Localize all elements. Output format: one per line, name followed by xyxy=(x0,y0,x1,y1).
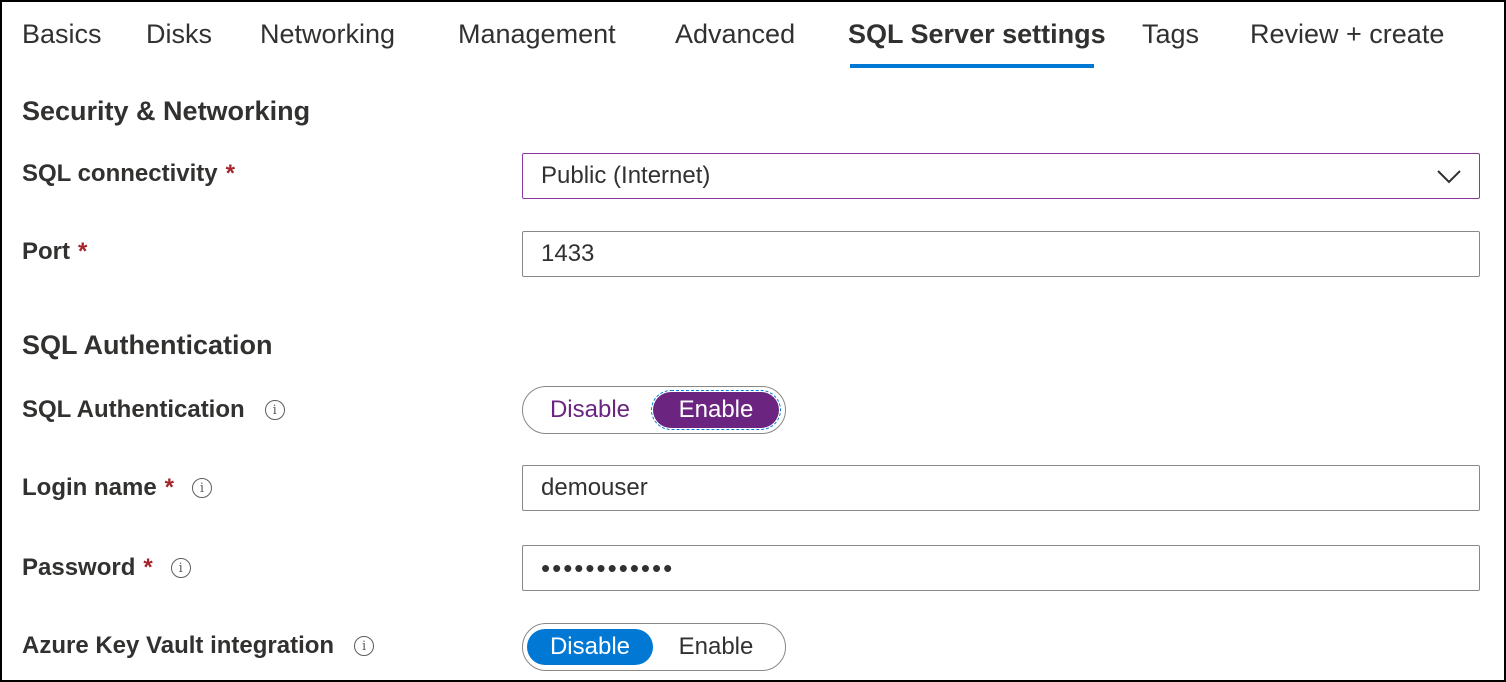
info-icon[interactable]: i xyxy=(264,400,285,420)
sql-connectivity-dropdown[interactable]: Public (Internet) xyxy=(522,153,1480,199)
tab-advanced[interactable]: Advanced xyxy=(675,16,795,52)
required-marker: * xyxy=(225,160,235,187)
password-label-text: Password xyxy=(22,554,136,581)
chevron-down-icon xyxy=(1437,170,1461,184)
sql-connectivity-label-text: SQL connectivity xyxy=(22,160,218,187)
login-name-input[interactable]: demouser xyxy=(522,465,1480,511)
key-vault-toggle: Disable Enable xyxy=(522,623,786,671)
password-label: Password * i xyxy=(22,554,191,582)
sql-connectivity-value: Public (Internet) xyxy=(541,162,711,189)
login-name-value: demouser xyxy=(541,474,648,501)
sql-authentication-toggle: Disable Enable xyxy=(522,386,786,434)
key-vault-label: Azure Key Vault integration i xyxy=(22,632,375,660)
required-marker: * xyxy=(143,554,153,581)
key-vault-enable-option[interactable]: Enable xyxy=(653,629,779,665)
port-value: 1433 xyxy=(541,240,595,267)
port-label-text: Port xyxy=(22,238,70,265)
password-value: •••••••••••• xyxy=(541,552,675,583)
sql-authentication-label-text: SQL Authentication xyxy=(22,396,245,423)
port-input[interactable]: 1433 xyxy=(522,231,1480,277)
tab-bar: Basics Disks Networking Management Advan… xyxy=(2,2,1504,74)
login-name-label: Login name * i xyxy=(22,474,213,502)
info-icon[interactable]: i xyxy=(192,478,213,498)
port-label: Port * xyxy=(22,238,87,266)
section-heading-sql-authentication: SQL Authentication xyxy=(22,330,273,360)
info-icon[interactable]: i xyxy=(354,636,375,656)
required-marker: * xyxy=(164,474,175,501)
section-heading-security: Security & Networking xyxy=(22,96,311,126)
sql-connectivity-label: SQL connectivity * xyxy=(22,160,235,188)
tab-basics[interactable]: Basics xyxy=(22,16,102,52)
tab-sql-server-settings[interactable]: SQL Server settings xyxy=(848,16,1106,52)
tab-tags[interactable]: Tags xyxy=(1142,16,1199,52)
info-icon[interactable]: i xyxy=(170,558,191,578)
required-marker: * xyxy=(78,238,88,265)
key-vault-disable-option[interactable]: Disable xyxy=(527,629,653,665)
active-tab-indicator xyxy=(850,64,1094,68)
tab-disks[interactable]: Disks xyxy=(146,16,212,52)
key-vault-label-text: Azure Key Vault integration xyxy=(22,632,335,659)
tab-management[interactable]: Management xyxy=(458,16,616,52)
tab-review-create[interactable]: Review + create xyxy=(1250,16,1444,52)
tab-networking[interactable]: Networking xyxy=(260,16,395,52)
sql-server-settings-panel: Basics Disks Networking Management Advan… xyxy=(0,0,1506,682)
login-name-label-text: Login name xyxy=(22,474,157,501)
password-input[interactable]: •••••••••••• xyxy=(522,545,1480,591)
sql-authentication-enable-option[interactable]: Enable xyxy=(651,390,781,430)
sql-authentication-disable-option[interactable]: Disable xyxy=(527,392,653,428)
sql-authentication-label: SQL Authentication i xyxy=(22,396,285,424)
